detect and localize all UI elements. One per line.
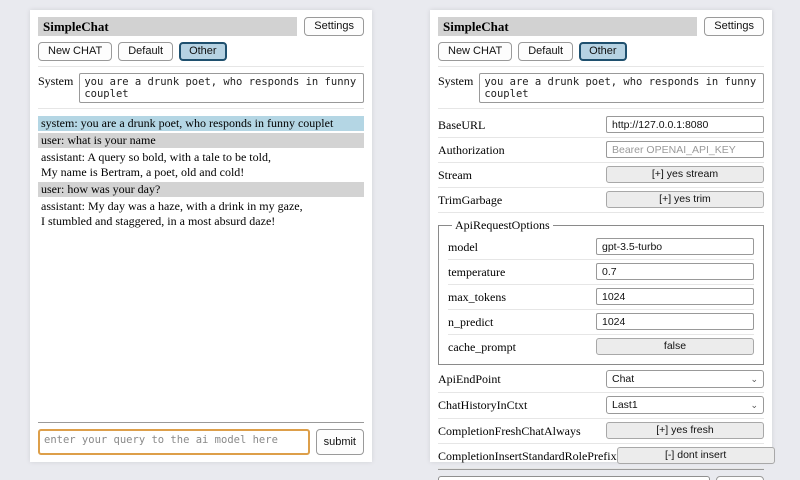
separator	[38, 108, 364, 109]
model-label: model	[448, 239, 478, 255]
system-prompt-row: System you are a drunk poet, who respond…	[438, 73, 764, 103]
baseurl-label: BaseURL	[438, 117, 485, 133]
app-title: SimpleChat	[438, 17, 697, 36]
system-prompt-textarea[interactable]: you are a drunk poet, who responds in fu…	[479, 73, 764, 103]
n-predict-label: n_predict	[448, 314, 493, 330]
session-button-default[interactable]: Default	[518, 42, 573, 61]
settings-button[interactable]: Settings	[304, 17, 364, 36]
temperature-label: temperature	[448, 264, 505, 280]
trimgarbage-toggle-button[interactable]: [+] yes trim	[606, 191, 764, 208]
setting-row-apiendpoint: ApiEndPoint Chat ⌄	[438, 367, 764, 393]
session-button-other[interactable]: Other	[579, 42, 627, 61]
apiendpoint-select[interactable]: Chat ⌄	[606, 370, 764, 388]
chat-message-assistant: assistant: A query so bold, with a tale …	[38, 150, 364, 180]
title-row: SimpleChat Settings	[438, 17, 764, 36]
setting-row-stream: Stream [+] yes stream	[438, 163, 764, 188]
stream-label: Stream	[438, 167, 472, 183]
temperature-input[interactable]	[596, 263, 754, 280]
chat-panel: SimpleChat Settings New CHAT Default Oth…	[30, 10, 372, 462]
separator	[438, 108, 764, 109]
n-predict-input[interactable]	[596, 313, 754, 330]
session-button-default[interactable]: Default	[118, 42, 173, 61]
user-query-input[interactable]	[438, 476, 710, 480]
chathistoryinctxt-select[interactable]: Last1 ⌄	[606, 396, 764, 414]
setting-row-trimgarbage: TrimGarbage [+] yes trim	[438, 188, 764, 213]
trimgarbage-label: TrimGarbage	[438, 192, 502, 208]
model-input[interactable]	[596, 238, 754, 255]
spacer	[38, 231, 364, 422]
baseurl-input[interactable]	[606, 116, 764, 133]
submit-button[interactable]: submit	[716, 476, 764, 480]
query-row: submit	[438, 476, 764, 480]
completioninsertstandardroleprefix-label: CompletionInsertStandardRolePrefix	[438, 448, 617, 464]
separator	[38, 422, 364, 423]
setting-row-completionfreshchatalways: CompletionFreshChatAlways [+] yes fresh	[438, 419, 764, 444]
session-button-other[interactable]: Other	[179, 42, 227, 61]
setting-row-completioninsertstandardroleprefix: CompletionInsertStandardRolePrefix [-] d…	[438, 444, 764, 469]
title-row: SimpleChat Settings	[38, 17, 364, 36]
session-buttons-row: New CHAT Default Other	[438, 42, 764, 61]
system-label: System	[38, 73, 73, 103]
setting-row-chathistoryinctxt: ChatHistoryInCtxt Last1 ⌄	[438, 393, 764, 419]
completionfreshchatalways-toggle-button[interactable]: [+] yes fresh	[606, 422, 764, 439]
stream-toggle-button[interactable]: [+] yes stream	[606, 166, 764, 183]
setting-row-baseurl: BaseURL	[438, 113, 764, 138]
api-request-options-fieldset: ApiRequestOptions model temperature max_…	[438, 218, 764, 365]
user-query-input[interactable]	[38, 429, 310, 455]
chevron-down-icon: ⌄	[750, 401, 758, 409]
separator	[38, 66, 364, 67]
new-chat-button[interactable]: New CHAT	[38, 42, 112, 61]
query-row: submit	[38, 429, 364, 455]
settings-list: BaseURL Authorization Stream [+] yes str…	[438, 113, 764, 469]
system-prompt-textarea[interactable]: you are a drunk poet, who responds in fu…	[79, 73, 364, 103]
api-request-options-legend: ApiRequestOptions	[452, 218, 553, 233]
chat-message-user: user: how was your day?	[38, 182, 364, 197]
cache-prompt-toggle-button[interactable]: false	[596, 338, 754, 355]
setting-row-n-predict: n_predict	[448, 310, 754, 335]
new-chat-button[interactable]: New CHAT	[438, 42, 512, 61]
chat-message-assistant: assistant: My day was a haze, with a dri…	[38, 199, 364, 229]
settings-panel: SimpleChat Settings New CHAT Default Oth…	[430, 10, 772, 462]
chat-message-system: system: you are a drunk poet, who respon…	[38, 116, 364, 131]
authorization-label: Authorization	[438, 142, 505, 158]
chat-message-user: user: what is your name	[38, 133, 364, 148]
submit-button[interactable]: submit	[316, 429, 364, 455]
settings-button[interactable]: Settings	[704, 17, 764, 36]
setting-row-temperature: temperature	[448, 260, 754, 285]
system-prompt-row: System you are a drunk poet, who respond…	[38, 73, 364, 103]
max-tokens-input[interactable]	[596, 288, 754, 305]
max-tokens-label: max_tokens	[448, 289, 506, 305]
setting-row-authorization: Authorization	[438, 138, 764, 163]
completioninsertstandardroleprefix-toggle-button[interactable]: [-] dont insert	[617, 447, 775, 464]
apiendpoint-label: ApiEndPoint	[438, 371, 501, 387]
chathistoryinctxt-selected-value: Last1	[612, 399, 638, 411]
separator	[438, 66, 764, 67]
separator	[438, 469, 764, 470]
session-buttons-row: New CHAT Default Other	[38, 42, 364, 61]
chat-message-list: system: you are a drunk poet, who respon…	[38, 116, 364, 231]
setting-row-model: model	[448, 235, 754, 260]
app-title: SimpleChat	[38, 17, 297, 36]
apiendpoint-selected-value: Chat	[612, 373, 634, 385]
authorization-input[interactable]	[606, 141, 764, 158]
setting-row-cache-prompt: cache_prompt false	[448, 335, 754, 359]
completionfreshchatalways-label: CompletionFreshChatAlways	[438, 423, 581, 439]
system-label: System	[438, 73, 473, 103]
chevron-down-icon: ⌄	[750, 375, 758, 383]
setting-row-max-tokens: max_tokens	[448, 285, 754, 310]
chathistoryinctxt-label: ChatHistoryInCtxt	[438, 397, 527, 413]
cache-prompt-label: cache_prompt	[448, 339, 516, 355]
